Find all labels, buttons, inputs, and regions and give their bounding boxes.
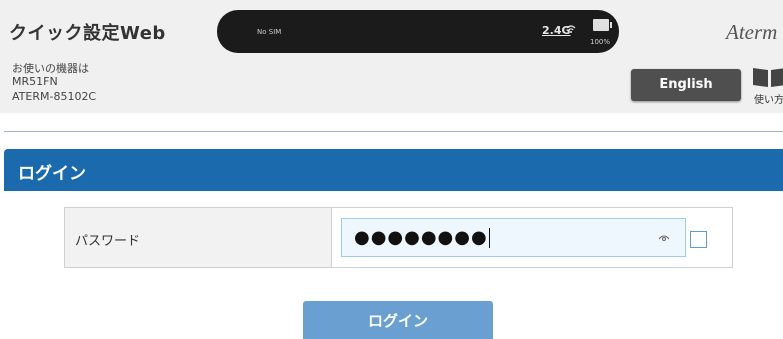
password-input[interactable]: ●●●●●●●● [341,218,686,257]
divider [4,131,783,132]
login-button[interactable]: ログイン [303,301,493,339]
wifi-signal-icon [566,25,576,33]
battery-icon [593,19,612,31]
password-value: ●●●●●●●● [354,227,490,248]
eye-icon[interactable] [658,233,670,243]
password-label-cell: パスワード [65,208,332,267]
show-password-checkbox[interactable] [690,231,707,248]
login-section-header: ログイン [4,149,783,191]
brand-logo: Aterm [726,20,778,44]
password-label: パスワード [75,234,141,249]
manual-label: 使い方 [754,95,783,106]
site-title: クイック設定Web [9,23,166,44]
english-button[interactable]: English [631,69,741,101]
header: クイック設定Web No SIM 2.4G 100% Aterm お使いの機器は… [0,0,783,113]
battery-percent: 100% [590,38,611,46]
device-status-bar: No SIM 2.4G 100% [217,10,619,53]
device-model: MR51FN [12,75,58,88]
section-title: ログイン [18,164,86,184]
sim-status: No SIM [257,28,282,36]
manual-link[interactable]: 使い方 [752,66,783,106]
book-icon [753,68,783,87]
device-id: ATERM-85102C [12,90,97,103]
login-form: パスワード ●●●●●●●● [64,207,733,268]
device-label: お使いの機器は [12,62,89,75]
